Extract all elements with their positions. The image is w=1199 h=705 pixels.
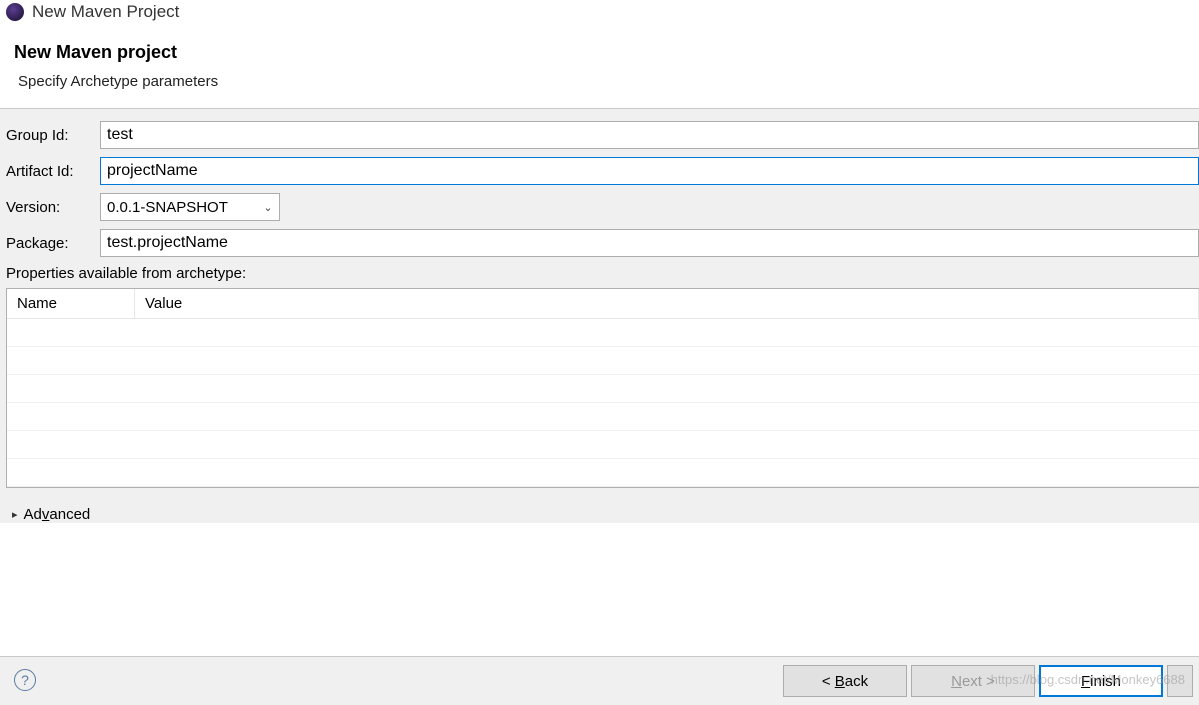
page-subtitle: Specify Archetype parameters <box>18 73 1185 90</box>
table-row <box>7 347 1199 375</box>
back-button[interactable]: < Back <box>783 665 907 697</box>
artifact-id-input[interactable] <box>100 157 1199 185</box>
table-row <box>7 375 1199 403</box>
group-id-input[interactable] <box>100 121 1199 149</box>
artifact-id-label: Artifact Id: <box>6 163 100 180</box>
advanced-label: Advanced <box>24 506 91 523</box>
version-value: 0.0.1-SNAPSHOT <box>101 197 257 218</box>
wizard-footer: ? < Back Next > Finish <box>0 656 1199 705</box>
finish-button[interactable]: Finish <box>1039 665 1163 697</box>
version-label: Version: <box>6 199 100 216</box>
row-group-id: Group Id: <box>6 121 1199 149</box>
table-row <box>7 403 1199 431</box>
form-area: Group Id: Artifact Id: Version: 0.0.1-SN… <box>0 109 1199 523</box>
partial-button[interactable] <box>1167 665 1193 697</box>
package-input[interactable] <box>100 229 1199 257</box>
table-row <box>7 431 1199 459</box>
page-title: New Maven project <box>14 42 1185 63</box>
package-label: Package: <box>6 235 100 252</box>
advanced-toggle[interactable]: ▸ Advanced <box>12 506 90 523</box>
table-row <box>7 459 1199 487</box>
window-title: New Maven Project <box>32 2 179 22</box>
next-button: Next > <box>911 665 1035 697</box>
group-id-label: Group Id: <box>6 127 100 144</box>
help-icon[interactable]: ? <box>14 669 36 691</box>
button-bar: < Back Next > Finish <box>0 657 1199 705</box>
expand-icon: ▸ <box>12 508 18 521</box>
wizard-header: New Maven project Specify Archetype para… <box>0 30 1199 108</box>
table-header: Name Value <box>7 289 1199 319</box>
row-package: Package: <box>6 229 1199 257</box>
titlebar: New Maven Project <box>0 0 1199 30</box>
properties-table[interactable]: Name Value <box>6 288 1199 488</box>
col-name[interactable]: Name <box>7 289 135 318</box>
eclipse-icon <box>6 3 24 21</box>
chevron-down-icon: ⌄ <box>257 201 279 214</box>
version-combo[interactable]: 0.0.1-SNAPSHOT ⌄ <box>100 193 280 221</box>
table-row <box>7 319 1199 347</box>
row-artifact-id: Artifact Id: <box>6 157 1199 185</box>
col-value[interactable]: Value <box>135 289 1199 318</box>
row-version: Version: 0.0.1-SNAPSHOT ⌄ <box>6 193 1199 221</box>
properties-label: Properties available from archetype: <box>6 265 1199 282</box>
